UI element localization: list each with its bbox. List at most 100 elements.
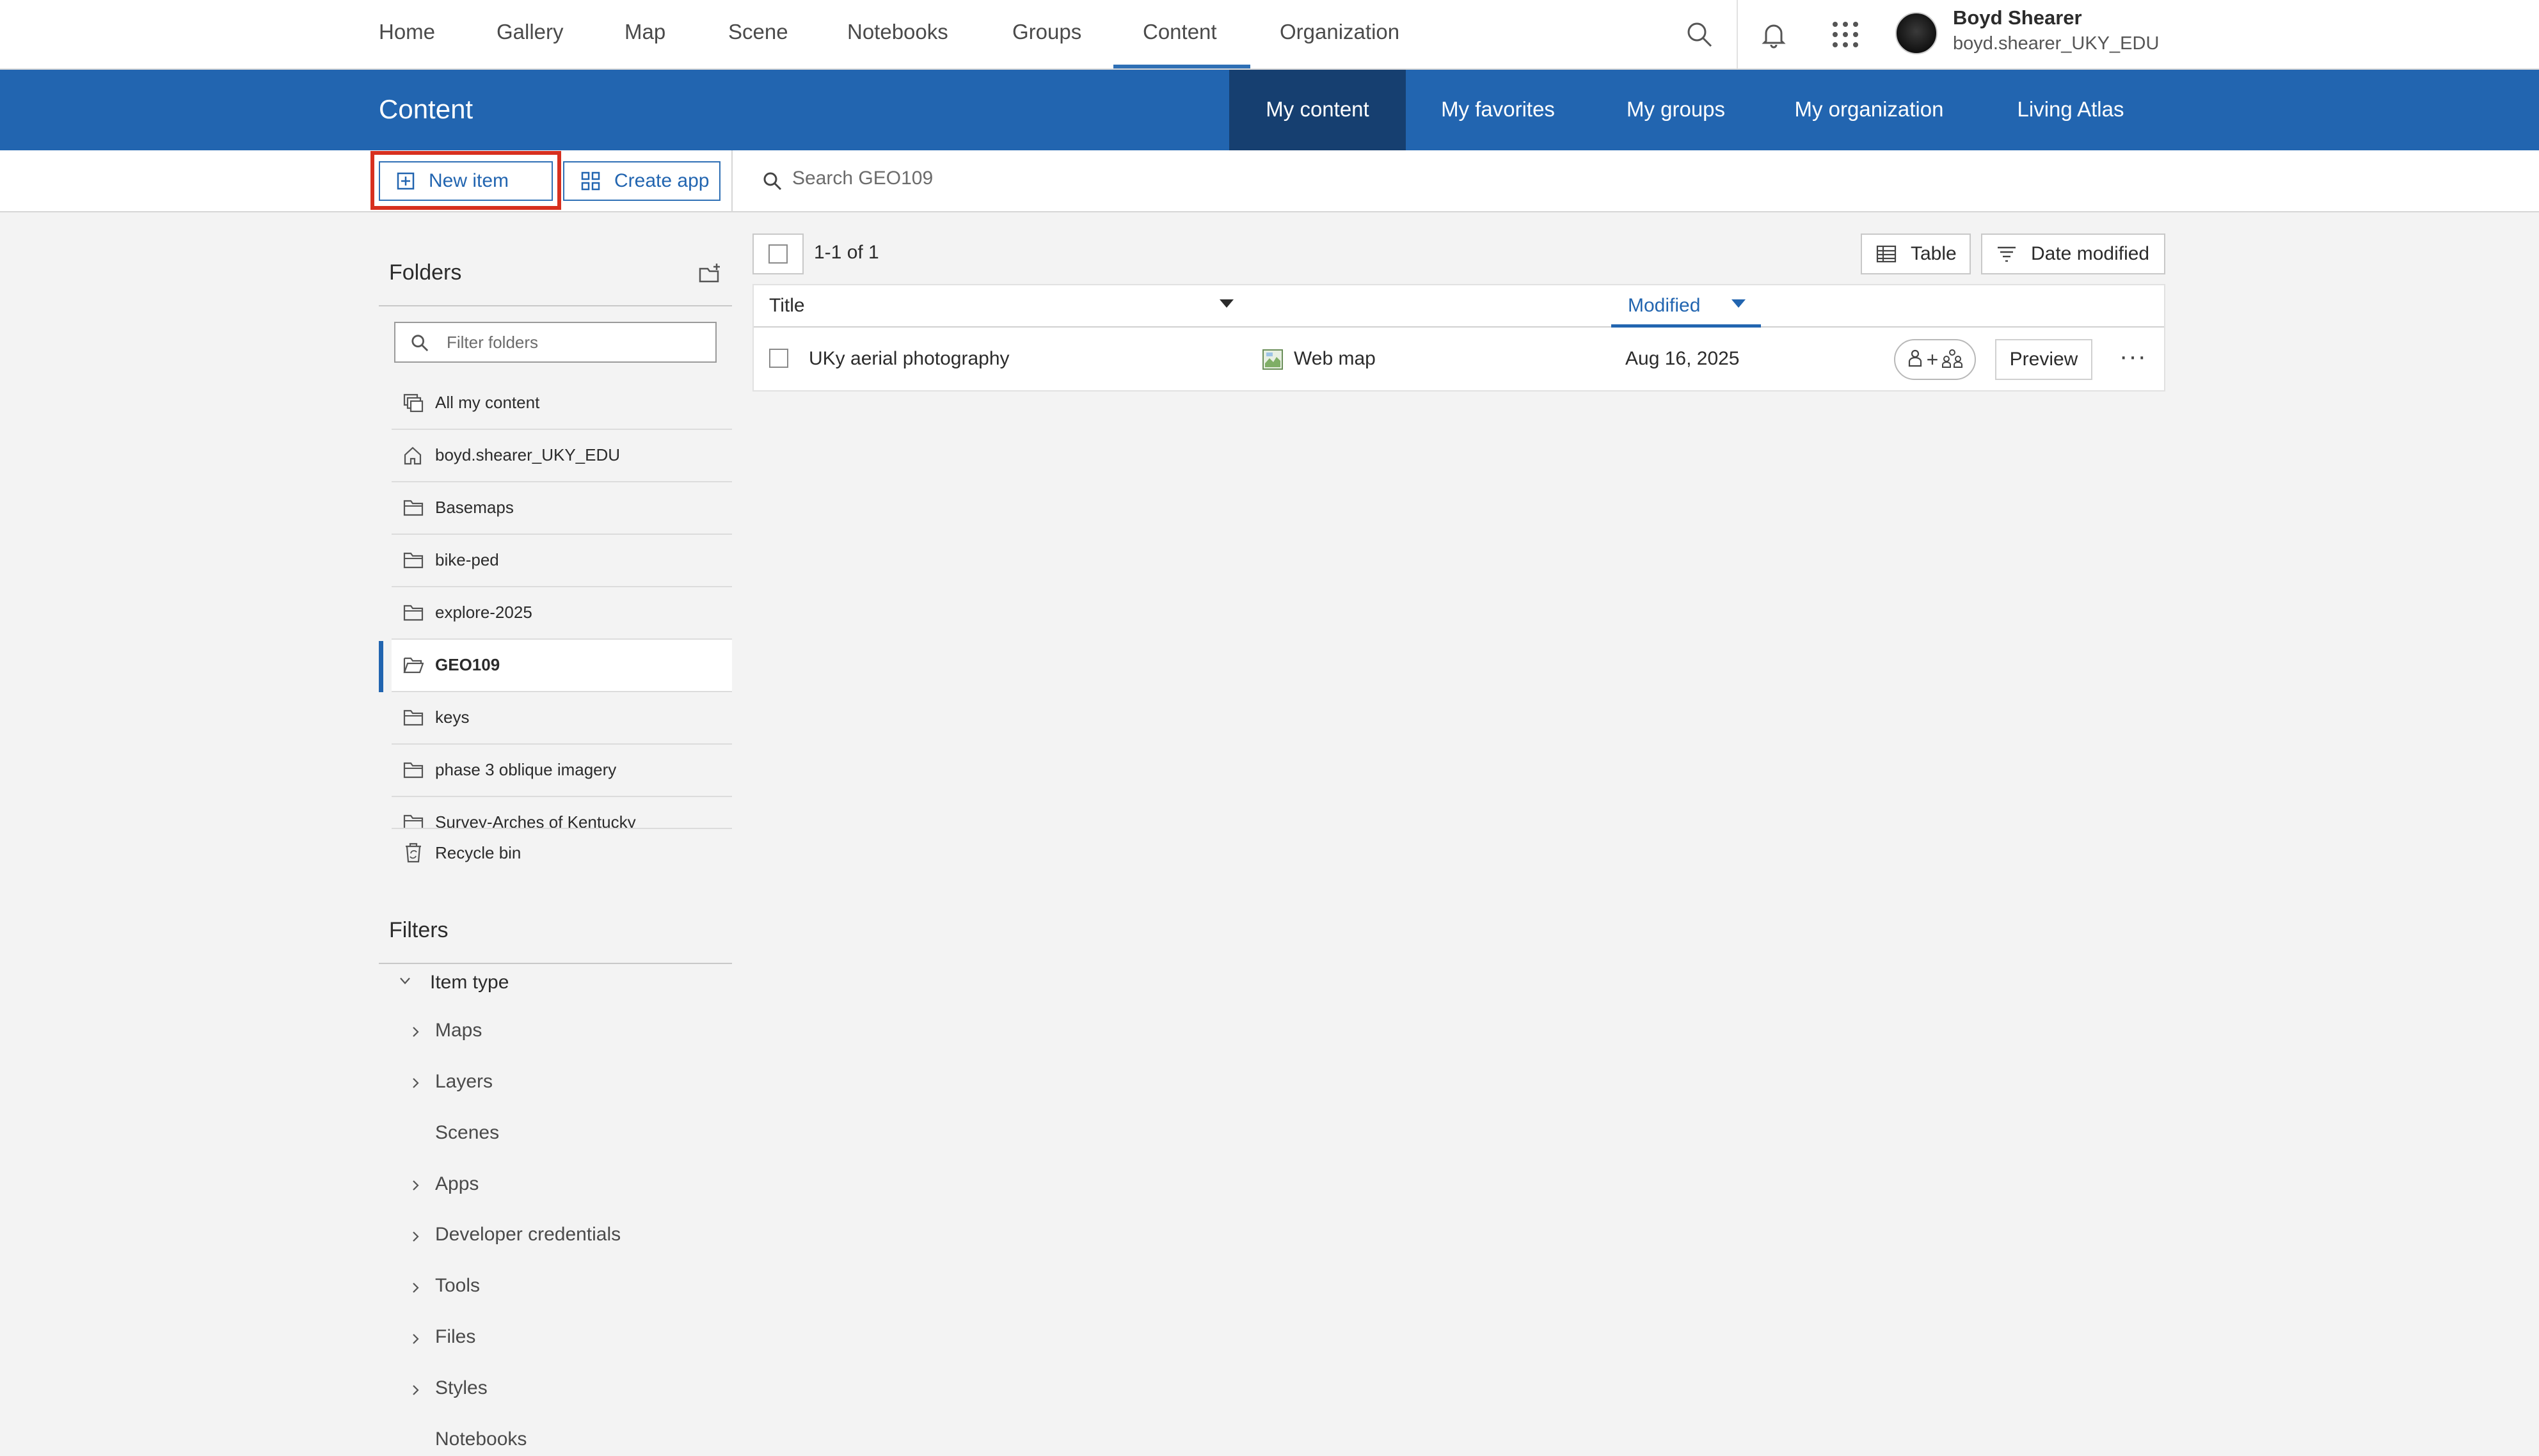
content-table: Title Modified UKy aerial photography We…: [752, 284, 2165, 392]
column-header-title[interactable]: Title: [769, 295, 805, 317]
folders-heading: Folders: [389, 260, 462, 285]
search-input[interactable]: Search GEO109: [792, 168, 933, 189]
home-icon: [403, 446, 422, 470]
folder-label: bike-ped: [435, 550, 499, 569]
recycle-bin-label: Recycle bin: [435, 843, 521, 862]
nav-separator: [1737, 0, 1738, 68]
divider: [392, 828, 732, 829]
folder-label: phase 3 oblique imagery: [435, 760, 617, 779]
item-type: Web map: [1294, 348, 1376, 369]
folder-item-phase-3-oblique-imagery[interactable]: phase 3 oblique imagery: [392, 745, 732, 797]
nav-organization[interactable]: Organization: [1280, 0, 1399, 68]
folder-item-keys[interactable]: keys: [392, 692, 732, 745]
chevron-right-icon[interactable]: [408, 1279, 422, 1299]
page-title: Content: [379, 94, 474, 124]
filter-item-files[interactable]: Files: [435, 1326, 475, 1348]
top-navigation-bar: Home Gallery Map Scene Notebooks Groups …: [0, 0, 2539, 70]
add-folder-icon[interactable]: [699, 262, 722, 287]
nav-notebooks[interactable]: Notebooks: [847, 0, 948, 68]
chevron-right-icon[interactable]: [408, 1177, 422, 1197]
folder-label: Survey-Arches of Kentucky: [435, 812, 636, 828]
nav-map[interactable]: Map: [625, 0, 665, 68]
filter-folders-placeholder: Filter folders: [447, 333, 539, 352]
folder-icon: [403, 551, 424, 573]
sort-button[interactable]: Date modified: [1981, 233, 2165, 274]
filter-item-styles[interactable]: Styles: [435, 1377, 488, 1399]
chevron-right-icon[interactable]: [408, 1331, 422, 1350]
user-handle[interactable]: boyd.shearer_UKY_EDU: [1953, 33, 2159, 54]
filter-item-tools[interactable]: Tools: [435, 1275, 480, 1297]
folder-list[interactable]: All my content boyd.shearer_UKY_EDU Base…: [379, 377, 732, 828]
folder-label: boyd.shearer_UKY_EDU: [435, 445, 621, 464]
tab-my-content[interactable]: My content: [1229, 70, 1406, 150]
nav-scene[interactable]: Scene: [728, 0, 788, 68]
checkbox: [768, 244, 788, 264]
nav-gallery[interactable]: Gallery: [497, 0, 564, 68]
filter-folders-input[interactable]: Filter folders: [394, 322, 717, 363]
more-actions-icon[interactable]: ···: [2119, 340, 2147, 372]
chevron-right-icon[interactable]: [408, 1228, 422, 1248]
tab-my-groups[interactable]: My groups: [1615, 70, 1737, 150]
stack-icon: [403, 393, 424, 417]
search-icon[interactable]: [1680, 15, 1719, 54]
row-checkbox[interactable]: [769, 349, 788, 368]
bell-icon[interactable]: [1755, 15, 1793, 54]
grid-icon: [581, 171, 600, 191]
column-header-modified[interactable]: Modified: [1611, 285, 1761, 328]
folder-icon: [403, 708, 424, 731]
item-modified-date: Aug 16, 2025: [1625, 348, 1740, 369]
filter-item-apps[interactable]: Apps: [435, 1173, 479, 1195]
folder-label: explore-2025: [435, 603, 532, 622]
divider: [379, 305, 732, 306]
avatar[interactable]: [1895, 12, 1938, 54]
table-header: Title Modified: [754, 285, 2164, 328]
recycle-bin-icon: [403, 842, 424, 868]
caret-down-icon[interactable]: [1220, 299, 1234, 312]
folder-item-home[interactable]: boyd.shearer_UKY_EDU: [392, 430, 732, 482]
search-icon: [411, 334, 429, 356]
folder-open-icon: [403, 656, 424, 678]
folder-item-all-my-content[interactable]: All my content: [392, 377, 732, 430]
item-type-filter[interactable]: Item type: [430, 972, 509, 993]
user-name[interactable]: Boyd Shearer: [1953, 6, 2082, 29]
nav-groups[interactable]: Groups: [1012, 0, 1081, 68]
table-row[interactable]: UKy aerial photography Web map Aug 16, 2…: [754, 328, 2164, 390]
preview-button[interactable]: Preview: [1995, 339, 2092, 380]
active-folder-indicator: [379, 641, 383, 692]
item-title-link[interactable]: UKy aerial photography: [809, 348, 1010, 370]
chevron-right-icon[interactable]: [408, 1024, 422, 1043]
tab-my-favorites[interactable]: My favorites: [1428, 70, 1568, 150]
folder-icon: [403, 813, 424, 828]
filter-item-layers[interactable]: Layers: [435, 1071, 493, 1093]
content-header-bar: Content My content My favorites My group…: [0, 70, 2539, 150]
sort-icon: [1996, 246, 2017, 262]
table-view-button[interactable]: Table: [1861, 233, 1971, 274]
share-button[interactable]: +: [1894, 339, 1976, 380]
folder-item-explore-2025[interactable]: explore-2025: [392, 587, 732, 640]
chevron-down-icon[interactable]: [398, 972, 412, 992]
folder-item-survey-arches[interactable]: Survey-Arches of Kentucky: [392, 797, 732, 828]
app-launcher-icon[interactable]: [1826, 15, 1865, 54]
filter-item-notebooks[interactable]: Notebooks: [435, 1428, 527, 1450]
tab-living-atlas[interactable]: Living Atlas: [2005, 70, 2136, 150]
folder-item-bike-ped[interactable]: bike-ped: [392, 535, 732, 587]
filter-item-maps[interactable]: Maps: [435, 1020, 482, 1041]
chevron-right-icon[interactable]: [408, 1382, 422, 1402]
folder-item-basemaps[interactable]: Basemaps: [392, 482, 732, 535]
web-map-icon: [1262, 349, 1283, 373]
filter-item-scenes[interactable]: Scenes: [435, 1122, 499, 1144]
select-all-checkbox[interactable]: [752, 233, 804, 274]
nav-content[interactable]: Content: [1143, 0, 1217, 68]
filter-item-developer-credentials[interactable]: Developer credentials: [435, 1224, 621, 1246]
highlight-annotation: [370, 151, 561, 210]
caret-down-icon[interactable]: [1731, 299, 1746, 312]
folder-icon: [403, 761, 424, 783]
nav-home[interactable]: Home: [379, 0, 435, 68]
tab-my-organization[interactable]: My organization: [1785, 70, 1953, 150]
chevron-right-icon[interactable]: [408, 1075, 422, 1095]
folder-label: keys: [435, 708, 470, 727]
folder-icon: [403, 603, 424, 626]
create-app-button[interactable]: Create app: [563, 161, 720, 201]
folder-label: All my content: [435, 393, 540, 412]
folder-item-geo109[interactable]: GEO109: [392, 640, 732, 692]
